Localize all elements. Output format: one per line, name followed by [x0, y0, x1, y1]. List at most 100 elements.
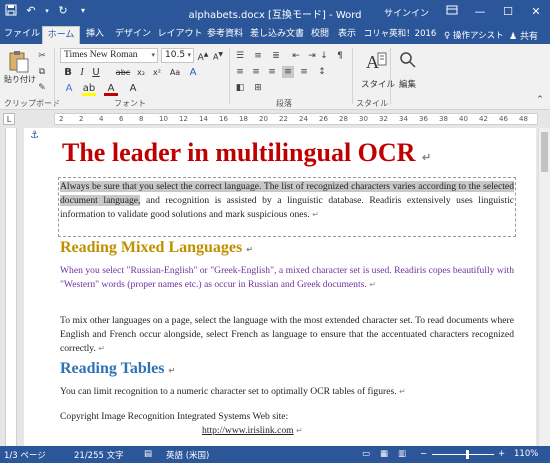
- paragraph-other-languages[interactable]: To mix other languages on a page, select…: [60, 314, 514, 356]
- horizontal-ruler[interactable]: 2 2 4 6 8 10 12 14 16 18 20 22 24 26 28 30 32 34 36 38 40 42 4…: [54, 113, 538, 125]
- zoom-in-icon[interactable]: +: [498, 449, 505, 459]
- zoom-slider[interactable]: [432, 454, 494, 455]
- tab-file[interactable]: ファイル: [4, 26, 40, 44]
- zoom-slider-handle[interactable]: [466, 450, 469, 459]
- distributed-icon[interactable]: ≡: [298, 66, 310, 78]
- tab-references[interactable]: 参考資料: [205, 26, 245, 44]
- bullets-icon[interactable]: ☰: [234, 50, 246, 62]
- ruler-tick-label: 16: [219, 115, 228, 123]
- increase-indent-icon[interactable]: ⇥: [306, 50, 318, 62]
- superscript-button[interactable]: x²: [150, 66, 164, 80]
- page-count[interactable]: 1/3 ページ: [4, 449, 46, 461]
- underline-button[interactable]: U: [90, 66, 102, 80]
- borders-icon[interactable]: ⊞: [252, 82, 264, 94]
- proofing-icon[interactable]: ▤: [144, 449, 152, 459]
- subscript-button[interactable]: x₂: [134, 66, 148, 80]
- align-center-icon[interactable]: ≡: [250, 66, 262, 78]
- search-icon[interactable]: [398, 50, 418, 70]
- align-left-icon[interactable]: ≡: [234, 66, 246, 78]
- vertical-scrollbar[interactable]: [538, 128, 550, 446]
- tab-layout[interactable]: レイアウト: [157, 26, 203, 44]
- tab-mailings[interactable]: 差し込み文書: [248, 26, 306, 44]
- ruler-tick-label: 36: [419, 115, 428, 123]
- paragraph-mark-icon: ↵: [399, 387, 406, 396]
- minimize-icon[interactable]: —: [466, 0, 494, 24]
- numbering-icon[interactable]: ≡: [252, 50, 264, 62]
- collapse-ribbon-icon[interactable]: ⌃: [534, 94, 546, 106]
- multilevel-list-icon[interactable]: ≣: [270, 50, 282, 62]
- tab-koryaeiwa[interactable]: コリャ英和！2016: [361, 26, 439, 44]
- font-name-select[interactable]: Times New Roman ▾: [60, 48, 158, 63]
- paragraph-mark-icon: ↵: [312, 210, 319, 219]
- anchor-icon: ⚓: [30, 130, 39, 141]
- vertical-ruler[interactable]: [5, 128, 17, 446]
- document-page[interactable]: ⚓ The leader in multilingual OCR ↵ Alway…: [24, 128, 536, 446]
- paragraph-mark-icon: ↵: [421, 152, 432, 164]
- ribbon-options-icon[interactable]: [438, 0, 466, 24]
- font-color-button[interactable]: A: [104, 82, 118, 96]
- format-painter-icon[interactable]: ✎: [36, 82, 48, 94]
- sort-icon[interactable]: ↓: [318, 50, 330, 62]
- grow-font-icon[interactable]: A▲: [197, 48, 209, 63]
- tab-design[interactable]: デザイン: [112, 26, 154, 44]
- web-layout-icon[interactable]: ▥: [398, 449, 406, 459]
- text-effects-button[interactable]: A: [62, 82, 76, 96]
- paragraph-copyright[interactable]: Copyright Image Recognition Integrated S…: [60, 410, 514, 424]
- decrease-indent-icon[interactable]: ⇤: [290, 50, 302, 62]
- heading-reading-tables[interactable]: Reading Tables ↵: [60, 360, 175, 378]
- heading-text: Reading Mixed Languages: [60, 239, 243, 256]
- show-marks-icon[interactable]: ¶: [334, 50, 346, 62]
- maximize-icon[interactable]: ☐: [494, 0, 522, 24]
- paste-icon[interactable]: [8, 50, 30, 73]
- tab-insert[interactable]: 挿入: [82, 26, 108, 44]
- justify-icon[interactable]: ≡: [282, 66, 294, 78]
- redo-dropdown-icon[interactable]: ▾: [44, 4, 50, 18]
- clear-formatting-button[interactable]: A: [126, 82, 140, 96]
- language-indicator[interactable]: 英語 (米国): [166, 449, 209, 461]
- tab-selector-icon[interactable]: L: [3, 113, 15, 125]
- cut-icon[interactable]: ✂: [36, 50, 48, 62]
- text-effects-icon[interactable]: A: [187, 66, 199, 80]
- copy-icon[interactable]: ⧉: [36, 66, 48, 78]
- share-button[interactable]: ♟ 共有: [509, 29, 538, 42]
- document-area[interactable]: ⚓ The leader in multilingual OCR ↵ Alway…: [20, 128, 538, 446]
- styles-icon[interactable]: A: [364, 50, 390, 74]
- bold-button[interactable]: B: [62, 66, 74, 80]
- change-case-button[interactable]: Aa: [168, 66, 182, 80]
- tab-review[interactable]: 校閲: [308, 26, 332, 44]
- read-mode-icon[interactable]: ▭: [362, 449, 370, 459]
- paste-label[interactable]: 貼り付け: [4, 74, 36, 85]
- scrollbar-thumb[interactable]: [541, 132, 548, 172]
- customize-icon[interactable]: ▾: [76, 4, 90, 18]
- italic-button[interactable]: I: [76, 66, 88, 80]
- shrink-font-icon[interactable]: A▼: [212, 48, 224, 62]
- highlight-color-button[interactable]: ab: [82, 82, 96, 96]
- website-link[interactable]: http://www.irislink.com: [202, 425, 294, 436]
- edit-button-label[interactable]: 編集: [399, 78, 416, 90]
- paragraph-language[interactable]: Always be sure that you select the corre…: [60, 180, 514, 222]
- word-count[interactable]: 21/255 文字: [74, 449, 124, 461]
- strikethrough-button[interactable]: abc: [114, 66, 132, 80]
- paragraph-tables[interactable]: You can limit recognition to a numeric c…: [60, 385, 514, 399]
- ruler-tick-label: 18: [239, 115, 248, 123]
- undo-icon[interactable]: ↶: [24, 4, 38, 18]
- zoom-out-icon[interactable]: −: [420, 449, 427, 459]
- shading-icon[interactable]: ◧: [234, 82, 246, 94]
- font-size-select[interactable]: 10.5 ▾: [161, 48, 194, 63]
- heading-mixed-languages[interactable]: Reading Mixed Languages ↵: [60, 239, 253, 257]
- align-right-icon[interactable]: ≡: [266, 66, 278, 78]
- print-layout-icon[interactable]: ▦: [380, 449, 388, 459]
- zoom-level[interactable]: 110%: [514, 449, 538, 459]
- line-spacing-icon[interactable]: ↕: [316, 66, 328, 78]
- tab-view[interactable]: 表示: [335, 26, 359, 44]
- save-icon[interactable]: [4, 4, 18, 18]
- tell-me-box[interactable]: ♀ 操作アシスト: [444, 29, 504, 41]
- redo-icon[interactable]: ↻: [56, 4, 70, 18]
- tab-home[interactable]: ホーム: [42, 26, 80, 44]
- signin-link[interactable]: サインイン: [384, 6, 429, 19]
- paragraph-url[interactable]: http://www.irislink.com ↵: [202, 424, 362, 438]
- document-title[interactable]: The leader in multilingual OCR ↵: [62, 138, 431, 168]
- close-icon[interactable]: ✕: [522, 0, 550, 24]
- window-controls: — ☐ ✕: [438, 0, 550, 24]
- paragraph-mixed[interactable]: When you select "Russian-English" or "Gr…: [60, 264, 514, 292]
